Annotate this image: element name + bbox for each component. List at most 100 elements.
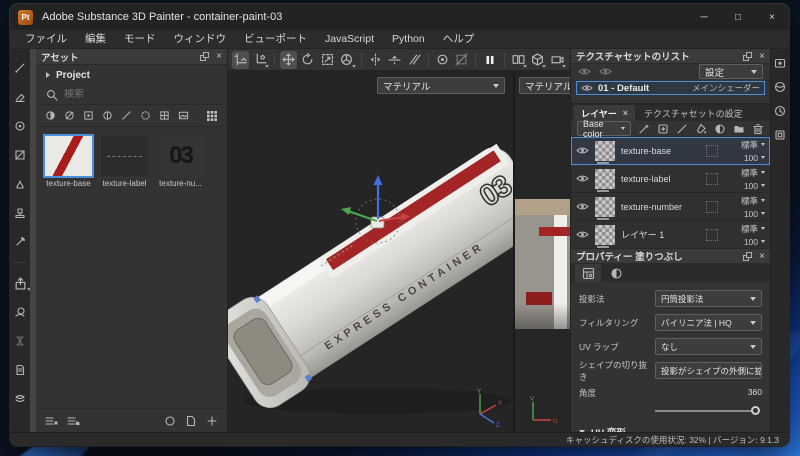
- texture-set-row[interactable]: 01 - Default メインシェーダー: [576, 81, 765, 95]
- history-tool-button[interactable]: [10, 332, 31, 350]
- close-panel-icon[interactable]: ×: [759, 51, 765, 61]
- opacity-dropdown[interactable]: 100: [723, 237, 765, 247]
- filter-filters-icon[interactable]: [102, 110, 113, 121]
- view-layout-button[interactable]: [510, 51, 528, 69]
- float-panel-icon[interactable]: [743, 51, 753, 61]
- menu-help[interactable]: ヘルプ: [434, 30, 484, 49]
- add-filter-icon[interactable]: [657, 123, 669, 135]
- opacity-dropdown[interactable]: 100: [723, 153, 765, 163]
- uv-wrap-dropdown[interactable]: なし: [655, 338, 762, 355]
- menu-edit[interactable]: 編集: [76, 30, 115, 49]
- stroke-opacity-button[interactable]: [405, 51, 422, 69]
- viewport-2d[interactable]: マテリアル V U: [515, 71, 570, 432]
- angle-slider[interactable]: [655, 406, 760, 416]
- menu-viewport[interactable]: ビューポート: [235, 30, 316, 49]
- opacity-dropdown[interactable]: 100: [723, 181, 765, 191]
- filter-textures-icon[interactable]: [159, 110, 170, 121]
- layer-thumbnail[interactable]: [595, 196, 615, 220]
- layer-row-texture-number[interactable]: texture-number 標準 100: [571, 193, 770, 221]
- export-button[interactable]: [10, 274, 31, 292]
- layer-row-texture-label[interactable]: texture-label 標準 100: [571, 165, 770, 193]
- close-panel-icon[interactable]: ×: [216, 52, 222, 62]
- scale-tool-button[interactable]: [319, 51, 336, 69]
- assets-panel-header[interactable]: アセット ×: [36, 49, 227, 65]
- camera-button[interactable]: [548, 51, 566, 69]
- snap-button[interactable]: [434, 51, 451, 69]
- clone-tool-button[interactable]: [10, 204, 31, 222]
- render-mode-button[interactable]: [529, 51, 547, 69]
- shelf-button[interactable]: [10, 390, 31, 408]
- pause-engine-button[interactable]: [481, 51, 498, 69]
- filtering-dropdown[interactable]: バイリニア法 | HQ: [655, 314, 762, 331]
- texture-set-list-header[interactable]: テクスチャセットのリスト ×: [571, 49, 770, 64]
- channel-dropdown[interactable]: Base color: [577, 119, 631, 139]
- layer-mask-slot[interactable]: [706, 200, 718, 213]
- camera-settings-icon[interactable]: [774, 57, 786, 69]
- add-effect-icon[interactable]: [638, 123, 650, 135]
- filter-brushes-icon[interactable]: [121, 110, 132, 121]
- properties-panel-header[interactable]: プロパティー 塗りつぶし ×: [571, 249, 770, 264]
- mirror-x-button[interactable]: [366, 51, 383, 69]
- slider-track[interactable]: [655, 410, 754, 412]
- eye-icon[interactable]: [576, 145, 589, 156]
- layer-thumbnail[interactable]: [595, 168, 615, 192]
- history-clock-icon[interactable]: [774, 105, 786, 117]
- bake-button[interactable]: [10, 303, 31, 321]
- new-file-icon[interactable]: [185, 415, 197, 427]
- close-tab-icon[interactable]: ×: [623, 108, 628, 118]
- move-tool-button[interactable]: [279, 50, 298, 69]
- mirror-y-button[interactable]: [386, 51, 403, 69]
- menu-python[interactable]: Python: [383, 30, 434, 49]
- menu-mode[interactable]: モード: [115, 30, 165, 49]
- eye-icon[interactable]: [576, 229, 589, 240]
- slider-knob[interactable]: [751, 406, 760, 415]
- asset-texture-number[interactable]: 03 texture-nu...: [157, 136, 204, 188]
- paint-tool-button[interactable]: [10, 59, 31, 77]
- material-picker-tool-button[interactable]: [10, 233, 31, 251]
- layer-thumbnail[interactable]: [595, 224, 615, 248]
- list-view-icon[interactable]: [45, 415, 58, 427]
- filter-environments-icon[interactable]: [178, 110, 189, 121]
- layer-row-texture-base[interactable]: texture-base 標準 100: [571, 137, 770, 165]
- layer-mask-slot[interactable]: [706, 228, 718, 241]
- add-group-folder-icon[interactable]: [733, 123, 745, 135]
- blend-mode-dropdown[interactable]: 標準: [723, 223, 765, 235]
- rotate-tool-button[interactable]: [299, 51, 316, 69]
- delete-layer-trash-icon[interactable]: [752, 123, 764, 135]
- project-doc-button[interactable]: [10, 361, 31, 379]
- eye-all-icon[interactable]: [578, 66, 591, 77]
- gizmo-y-axis[interactable]: [347, 210, 378, 222]
- asset-texture-base[interactable]: texture-base: [43, 134, 94, 188]
- filter-smart-masks-icon[interactable]: [83, 110, 94, 121]
- smudge-tool-button[interactable]: [10, 175, 31, 193]
- material-dropdown-2d[interactable]: マテリアル: [519, 77, 570, 94]
- blend-mode-dropdown[interactable]: 標準: [723, 195, 765, 207]
- eye-icon[interactable]: [576, 201, 589, 212]
- menu-javascript[interactable]: JavaScript: [316, 30, 383, 49]
- minimize-button[interactable]: ─: [687, 4, 721, 30]
- eye-icon[interactable]: [581, 83, 593, 93]
- shape-crop-dropdown[interactable]: 投影がシェイプの外側に拡張: [655, 362, 762, 379]
- tab-fill-properties[interactable]: [575, 264, 601, 282]
- project-section-toggle[interactable]: Project: [36, 65, 227, 85]
- add-fill-layer-icon[interactable]: [695, 123, 707, 135]
- tab-texture-set-settings[interactable]: テクスチャセットの設定: [637, 105, 750, 121]
- opacity-dropdown[interactable]: 100: [723, 209, 765, 219]
- blend-mode-dropdown[interactable]: 標準: [723, 139, 765, 151]
- tab-material-properties[interactable]: [603, 264, 629, 282]
- material-dropdown-3d[interactable]: マテリアル: [377, 77, 505, 94]
- grid-view-icon[interactable]: [206, 110, 218, 122]
- eye-single-icon[interactable]: [599, 66, 612, 77]
- add-paint-layer-icon[interactable]: [676, 123, 688, 135]
- container-3d-model[interactable]: EXPRESS CONTAINER 03: [228, 71, 513, 432]
- eye-icon[interactable]: [576, 173, 589, 184]
- uv-transform-section[interactable]: UV 変形: [579, 425, 762, 432]
- asset-texture-label[interactable]: texture-label: [101, 136, 148, 188]
- titlebar[interactable]: Pt Adobe Substance 3D Painter - containe…: [10, 4, 789, 30]
- filter-smart-materials-icon[interactable]: [64, 110, 75, 121]
- float-panel-icon[interactable]: [200, 52, 210, 61]
- viewport-3d[interactable]: EXPRESS CONTAINER 03 マテリアル Y X Z: [228, 71, 513, 432]
- transform-pivot-button[interactable]: [251, 51, 269, 69]
- float-panel-icon[interactable]: [743, 251, 753, 261]
- blend-mode-dropdown[interactable]: 標準: [723, 167, 765, 179]
